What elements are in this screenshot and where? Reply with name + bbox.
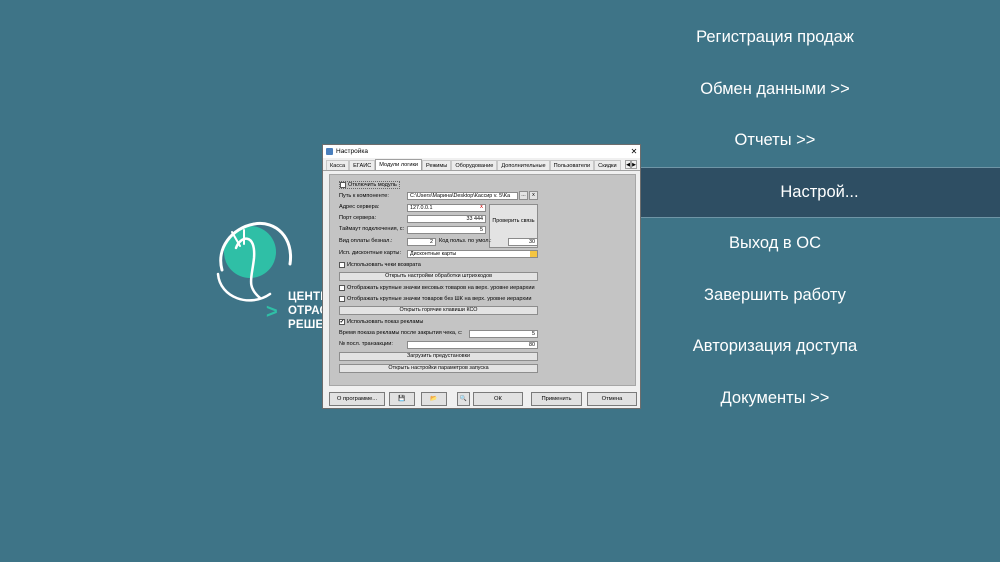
disable-module-label: Отключить модуль	[348, 182, 397, 188]
timeout-input[interactable]: 5	[407, 226, 486, 234]
show-large-weight-icons-label: Отображать крупные значки весовых товаро…	[347, 285, 535, 291]
menu-item-sales-registration[interactable]: Регистрация продаж	[550, 12, 1000, 64]
show-large-no-barcode-icons-checkbox[interactable]: Отображать крупные значки товаров без ШК…	[339, 295, 531, 303]
clear-icon[interactable]: x	[480, 205, 483, 210]
last-transaction-input[interactable]: 80	[407, 341, 538, 349]
chevron-down-icon[interactable]	[530, 251, 537, 257]
tab-strip: Касса ЕГАИС Модули логики Режимы Оборудо…	[323, 159, 640, 171]
server-port-label: Порт сервера:	[339, 215, 377, 221]
server-address-label: Адрес сервера:	[339, 204, 380, 210]
show-large-no-barcode-icons-label: Отображать крупные значки товаров без ШК…	[347, 296, 532, 302]
open-hotkeys-button[interactable]: Открыть горячие клавиши КСО	[339, 306, 538, 315]
use-return-checks-label: Использовать чеки возврата	[347, 262, 421, 268]
cashless-label: Вид оплаты безнал.:	[339, 238, 393, 244]
tab-logic-modules[interactable]: Модули логики	[375, 159, 423, 170]
checkbox[interactable]	[340, 182, 346, 188]
last-transaction-label: № посл. транзакции:	[339, 341, 393, 347]
discount-cards-value: Дисконтные карты	[410, 251, 457, 257]
tab-kassa[interactable]: Касса	[326, 160, 350, 170]
ok-button[interactable]: ОК	[473, 392, 523, 406]
cashless-input[interactable]: 2	[407, 238, 436, 246]
menu-item-settings[interactable]: Настрой...	[639, 166, 1000, 218]
menu-item-data-exchange[interactable]: Обмен данными >>	[550, 64, 1000, 116]
logo-arrow-icon: >	[266, 301, 278, 323]
use-ads-label: Использовать показ рекламы	[347, 319, 424, 325]
logic-modules-panel: Отключить модуль Путь к компоненте: C:\U…	[329, 174, 636, 386]
checkbox[interactable]	[339, 296, 345, 302]
folder-icon[interactable]: 📂	[421, 392, 447, 406]
tab-users[interactable]: Пользователи	[549, 160, 595, 170]
server-address-input[interactable]: 127.0.0.1 x	[407, 204, 486, 212]
tab-modes[interactable]: Режимы	[422, 160, 452, 170]
ad-time-label: Время показа рекламы после закрытия чека…	[339, 330, 463, 336]
app-icon	[326, 148, 333, 155]
use-return-checks-checkbox[interactable]: Использовать чеки возврата	[339, 261, 421, 269]
browse-button[interactable]: ...	[519, 191, 528, 200]
load-presets-button[interactable]: Загрузить предустановки	[339, 352, 538, 361]
use-ads-checkbox[interactable]: ✔ Использовать показ рекламы	[339, 318, 423, 326]
discount-cards-select[interactable]: Дисконтные карты	[407, 250, 538, 258]
checkbox[interactable]	[339, 285, 345, 291]
clear-path-button[interactable]: x	[529, 191, 538, 200]
server-port-input[interactable]: 33 444	[407, 215, 486, 223]
tab-discounts[interactable]: Скидки	[594, 160, 621, 170]
default-user-input[interactable]: 30	[508, 238, 538, 246]
component-path-input[interactable]: C:\Users\Марина\Desktop\Кассир v. 5\Ka	[407, 192, 518, 200]
component-path-label: Путь к компоненте:	[339, 193, 389, 199]
settings-dialog: Настройка ✕ Касса ЕГАИС Модули логики Ре…	[322, 144, 641, 409]
dialog-titlebar[interactable]: Настройка ✕	[323, 145, 640, 158]
server-address-value: 127.0.0.1	[410, 205, 433, 211]
tab-next-icon[interactable]: ▶	[631, 160, 637, 169]
discount-cards-label: Исп. дисконтные карты:	[339, 250, 401, 256]
search-icon[interactable]: 🔍	[457, 392, 470, 406]
disable-module-checkbox[interactable]: Отключить модуль	[339, 181, 400, 189]
tab-additional[interactable]: Дополнительные	[497, 160, 550, 170]
cancel-button[interactable]: Отмена	[587, 392, 637, 406]
open-barcode-settings-button[interactable]: Открыть настройки обработки штрихкодов	[339, 272, 538, 281]
save-icon[interactable]: 💾	[389, 392, 415, 406]
default-user-label: Код польз. по умол.:	[439, 238, 492, 244]
about-button[interactable]: О программе...	[329, 392, 385, 406]
open-launch-settings-button[interactable]: Открыть настройки параметров запуска	[339, 364, 538, 373]
ad-time-input[interactable]: 5	[469, 330, 538, 338]
tab-egais[interactable]: ЕГАИС	[349, 160, 376, 170]
checkbox[interactable]	[339, 262, 345, 268]
tab-equipment[interactable]: Оборудование	[451, 160, 498, 170]
timeout-label: Таймаут подключения, с:	[339, 226, 405, 232]
apply-button[interactable]: Применить	[531, 392, 582, 406]
dialog-footer: О программе... 💾 📂 🔍 ОК Применить Отмена	[327, 392, 638, 406]
checkbox[interactable]: ✔	[339, 319, 345, 325]
dialog-title: Настройка	[336, 148, 368, 155]
show-large-weight-icons-checkbox[interactable]: Отображать крупные значки весовых товаро…	[339, 284, 535, 292]
close-icon[interactable]: ✕	[628, 147, 640, 156]
